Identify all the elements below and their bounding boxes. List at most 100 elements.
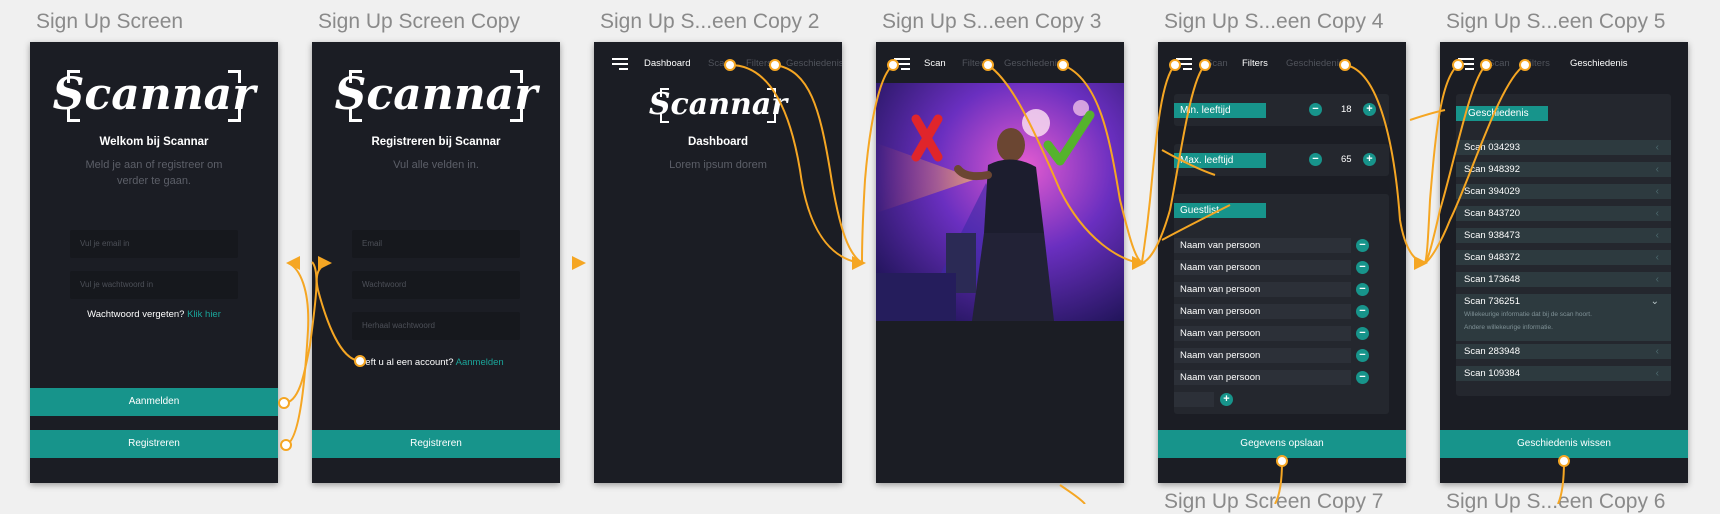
dashboard-screen: Dashboard Scan Filters Geschiedenis Scan… bbox=[594, 42, 842, 483]
remove-guest-button[interactable]: − bbox=[1356, 327, 1369, 340]
chevron-left-icon: ‹ bbox=[1655, 208, 1659, 219]
nav-dashboard[interactable]: Dashboard bbox=[644, 58, 690, 69]
remove-guest-button[interactable]: − bbox=[1356, 283, 1369, 296]
repeat-password-field[interactable]: Herhaal wachtwoord bbox=[352, 312, 520, 340]
add-guest-button[interactable]: + bbox=[1220, 393, 1233, 406]
scannar-logo: Scannar bbox=[52, 69, 256, 122]
max-increase-button[interactable]: + bbox=[1363, 153, 1376, 166]
guest-row: Naam van persoon bbox=[1174, 282, 1351, 297]
dashboard-heading: Dashboard bbox=[687, 136, 749, 148]
scan-info-2: Andere willekeurige informatie. bbox=[1464, 324, 1553, 331]
nav-filters[interactable]: Filters bbox=[962, 58, 988, 69]
menu-icon[interactable] bbox=[1458, 58, 1474, 70]
scan-row[interactable]: Scan 843720 ‹ bbox=[1456, 206, 1671, 221]
dashboard-subtitle: Lorem ipsum dorem bbox=[669, 159, 767, 171]
register-button[interactable]: Registreren bbox=[30, 430, 278, 458]
scan-camera-image bbox=[876, 83, 1124, 321]
chevron-left-icon: ‹ bbox=[1655, 142, 1659, 153]
frame-title: Sign Up S...een Copy 3 bbox=[882, 10, 1102, 33]
top-nav: Scan Filters Geschiedenis bbox=[876, 54, 1124, 74]
min-increase-button[interactable]: + bbox=[1363, 103, 1376, 116]
nav-filters[interactable]: Filters bbox=[1242, 58, 1268, 69]
scan-row[interactable]: Scan 394029 ‹ bbox=[1456, 184, 1671, 199]
frame-title: Sign Up Screen bbox=[36, 10, 184, 33]
chevron-left-icon: ‹ bbox=[1655, 230, 1659, 241]
nav-scan[interactable]: Scan bbox=[708, 58, 730, 69]
scan-row[interactable]: Scan 948372 ‹ bbox=[1456, 250, 1671, 265]
nav-scan[interactable]: Scan bbox=[924, 58, 946, 69]
nav-history[interactable]: Geschiedenis bbox=[786, 58, 842, 69]
login-link[interactable]: Aanmelden bbox=[456, 357, 504, 368]
history-label: Geschiedenis bbox=[1456, 106, 1548, 121]
chevron-left-icon: ‹ bbox=[1655, 164, 1659, 175]
remove-guest-button[interactable]: − bbox=[1356, 239, 1369, 252]
scan-row[interactable]: Scan 283948 ‹ bbox=[1456, 344, 1671, 359]
nav-scan[interactable]: Scan bbox=[1488, 58, 1510, 69]
forgot-password-link[interactable]: Klik hier bbox=[187, 309, 221, 320]
chevron-left-icon: ‹ bbox=[1655, 274, 1659, 285]
scan-info-1: Willekeurige informatie dat bij de scan … bbox=[1464, 311, 1592, 318]
frame-title: Sign Up S...een Copy 5 bbox=[1446, 10, 1666, 33]
guest-row: Naam van persoon bbox=[1174, 238, 1351, 253]
scan-screen: Scan Filters Geschiedenis bbox=[876, 42, 1124, 483]
new-guest-field[interactable] bbox=[1174, 392, 1214, 407]
top-nav: Dashboard Scan Filters Geschiedenis bbox=[594, 54, 842, 74]
login-screen: Scannar Welkom bij Scannar Meld je aan o… bbox=[30, 42, 278, 483]
frame-title: Sign Up S...een Copy 4 bbox=[1164, 10, 1384, 33]
remove-guest-button[interactable]: − bbox=[1356, 349, 1369, 362]
nav-scan[interactable]: Scan bbox=[1206, 58, 1228, 69]
scan-row[interactable]: Scan 948392 ‹ bbox=[1456, 162, 1671, 177]
scan-row[interactable]: Scan 109384 ‹ bbox=[1456, 366, 1671, 381]
min-age-label: Min. leeftijd bbox=[1174, 103, 1266, 118]
scannar-logo: Scannar bbox=[334, 69, 538, 122]
register-screen: Scannar Registreren bij Scannar Vul alle… bbox=[312, 42, 560, 483]
nav-history[interactable]: Geschiedenis bbox=[1004, 58, 1062, 69]
max-age-label: Max. leeftijd bbox=[1174, 153, 1266, 168]
nav-filters[interactable]: Filters bbox=[746, 58, 772, 69]
email-field[interactable]: Email bbox=[352, 230, 520, 258]
max-age-value: 65 bbox=[1341, 154, 1352, 165]
password-field[interactable]: Wachtwoord bbox=[352, 271, 520, 299]
register-button[interactable]: Registreren bbox=[312, 430, 560, 458]
scannar-logo: Scannar bbox=[648, 87, 788, 123]
register-subtitle: Vul alle velden in. bbox=[393, 159, 479, 171]
guest-row: Naam van persoon bbox=[1174, 348, 1351, 363]
nav-history[interactable]: Geschiedenis bbox=[1570, 58, 1628, 69]
scan-row[interactable]: Scan 034293 ‹ bbox=[1456, 140, 1671, 155]
email-field[interactable]: Vul je email in bbox=[70, 230, 238, 258]
scan-row-expanded[interactable]: Scan 736251 ⌄ Willekeurige informatie da… bbox=[1456, 294, 1671, 341]
nav-filters[interactable]: Filters bbox=[1524, 58, 1550, 69]
scan-row[interactable]: Scan 938473 ‹ bbox=[1456, 228, 1671, 243]
remove-guest-button[interactable]: − bbox=[1356, 261, 1369, 274]
min-age-panel: Min. leeftijd − 18 + bbox=[1174, 94, 1389, 126]
forgot-password-text: Wachtwoord vergeten? Klik hier bbox=[87, 309, 221, 320]
filters-screen: Scan Filters Geschiedenis Min. leeftijd … bbox=[1158, 42, 1406, 483]
frame-title: Sign Up Screen Copy 7 bbox=[1164, 490, 1384, 513]
menu-icon[interactable] bbox=[1176, 58, 1192, 70]
remove-guest-button[interactable]: − bbox=[1356, 305, 1369, 318]
guest-row: Naam van persoon bbox=[1174, 326, 1351, 341]
min-decrease-button[interactable]: − bbox=[1309, 103, 1322, 116]
password-field[interactable]: Vul je wachtwoord in bbox=[70, 271, 238, 299]
chevron-down-icon: ⌄ bbox=[1650, 296, 1659, 307]
clear-history-button[interactable]: Geschiedenis wissen bbox=[1440, 430, 1688, 458]
frame-title: Sign Up S...een Copy 6 bbox=[1446, 490, 1666, 513]
login-button[interactable]: Aanmelden bbox=[30, 388, 278, 416]
guest-row: Naam van persoon bbox=[1174, 370, 1351, 385]
guest-row: Naam van persoon bbox=[1174, 260, 1351, 275]
register-heading: Registreren bij Scannar bbox=[371, 136, 501, 148]
menu-icon[interactable] bbox=[612, 58, 628, 70]
scan-row[interactable]: Scan 173648 ‹ bbox=[1456, 272, 1671, 287]
menu-icon[interactable] bbox=[894, 58, 910, 70]
welcome-subtitle: Meld je aan of registreer om verder te g… bbox=[85, 159, 223, 187]
history-screen: Scan Filters Geschiedenis Geschiedenis S… bbox=[1440, 42, 1688, 483]
save-button[interactable]: Gegevens opslaan bbox=[1158, 430, 1406, 458]
guestlist-label: Guestlist bbox=[1174, 203, 1266, 218]
existing-account-text: eeft u al een account? Aanmelden bbox=[360, 357, 504, 368]
frame-title: Sign Up Screen Copy bbox=[318, 10, 520, 33]
top-nav: Scan Filters Geschiedenis bbox=[1440, 54, 1688, 74]
nav-history[interactable]: Geschiedenis bbox=[1286, 58, 1344, 69]
frame-title: Sign Up S...een Copy 2 bbox=[600, 10, 820, 33]
remove-guest-button[interactable]: − bbox=[1356, 371, 1369, 384]
max-decrease-button[interactable]: − bbox=[1309, 153, 1322, 166]
